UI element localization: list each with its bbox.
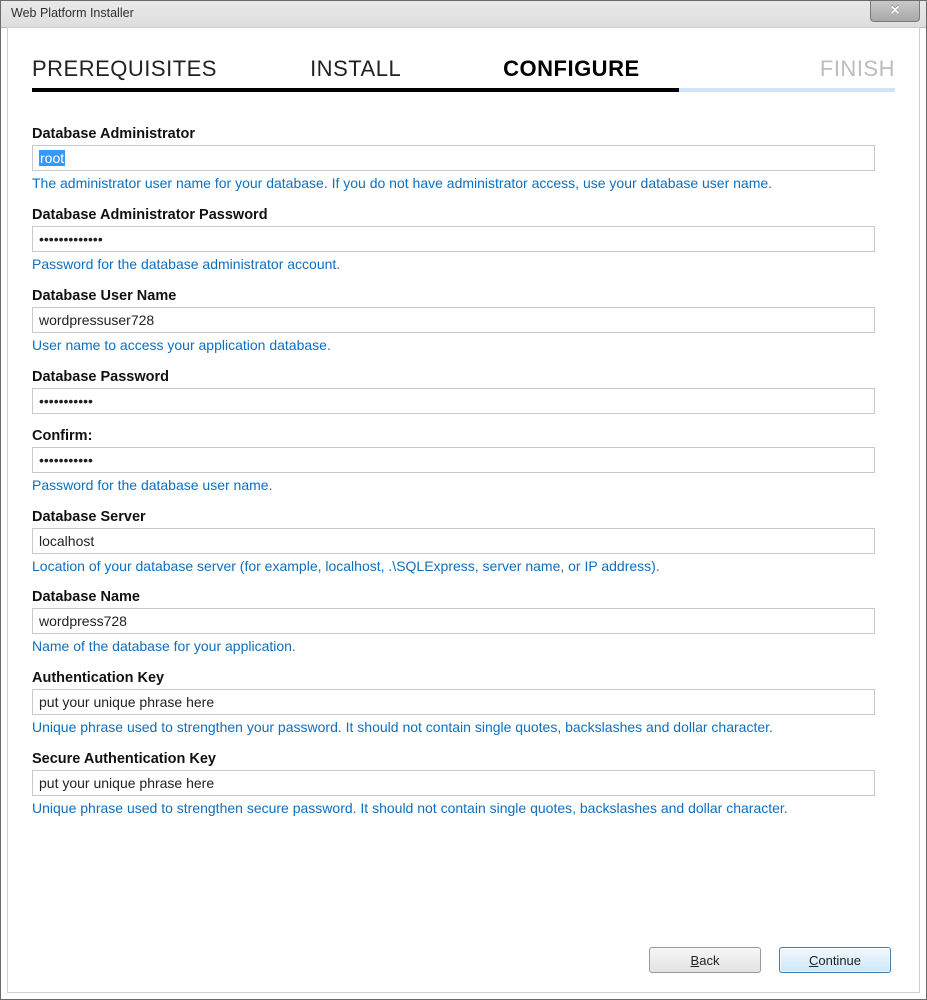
input-db-name[interactable] bbox=[32, 608, 875, 634]
step-configure: CONFIGURE bbox=[464, 56, 680, 88]
field-db-user: Database User Name User name to access y… bbox=[32, 288, 875, 355]
help-db-user: User name to access your application dat… bbox=[32, 336, 875, 355]
field-db-server: Database Server Location of your databas… bbox=[32, 509, 875, 576]
field-db-password-confirm: Confirm: Password for the database user … bbox=[32, 428, 875, 495]
footer-buttons: Back Continue bbox=[8, 928, 919, 992]
input-secure-auth-key[interactable] bbox=[32, 770, 875, 796]
help-db-password-confirm: Password for the database user name. bbox=[32, 476, 875, 495]
step-finish: FINISH bbox=[679, 56, 895, 88]
label-db-user: Database User Name bbox=[32, 288, 875, 304]
step-install: INSTALL bbox=[248, 56, 464, 88]
label-secure-auth-key: Secure Authentication Key bbox=[32, 751, 875, 767]
input-db-password[interactable] bbox=[32, 388, 875, 414]
content-panel: PREREQUISITES INSTALL CONFIGURE FINISH D… bbox=[7, 27, 920, 993]
close-icon: ✕ bbox=[890, 3, 900, 17]
field-auth-key: Authentication Key Unique phrase used to… bbox=[32, 670, 875, 737]
field-db-password: Database Password bbox=[32, 369, 875, 414]
field-secure-auth-key: Secure Authentication Key Unique phrase … bbox=[32, 751, 875, 818]
label-auth-key: Authentication Key bbox=[32, 670, 875, 686]
label-db-admin: Database Administrator bbox=[32, 126, 875, 142]
installer-window: Web Platform Installer ✕ PREREQUISITES I… bbox=[0, 0, 927, 1000]
input-auth-key[interactable] bbox=[32, 689, 875, 715]
label-db-server: Database Server bbox=[32, 509, 875, 525]
label-db-admin-password: Database Administrator Password bbox=[32, 207, 875, 223]
input-db-admin-password[interactable] bbox=[32, 226, 875, 252]
help-secure-auth-key: Unique phrase used to strengthen secure … bbox=[32, 799, 875, 818]
back-button[interactable]: Back bbox=[649, 947, 761, 973]
progress-segment bbox=[32, 88, 248, 92]
help-db-admin-password: Password for the database administrator … bbox=[32, 255, 875, 274]
input-db-server[interactable] bbox=[32, 528, 875, 554]
help-auth-key: Unique phrase used to strengthen your pa… bbox=[32, 718, 875, 737]
window-title: Web Platform Installer bbox=[1, 1, 926, 20]
step-prerequisites: PREREQUISITES bbox=[32, 56, 248, 88]
label-db-password: Database Password bbox=[32, 369, 875, 385]
help-db-server: Location of your database server (for ex… bbox=[32, 557, 875, 576]
input-db-admin[interactable]: root bbox=[32, 145, 875, 171]
help-db-name: Name of the database for your applicatio… bbox=[32, 637, 875, 656]
selected-text: root bbox=[39, 150, 65, 166]
label-db-name: Database Name bbox=[32, 589, 875, 605]
progress-segment bbox=[248, 88, 464, 92]
continue-button[interactable]: Continue bbox=[779, 947, 891, 973]
help-db-admin: The administrator user name for your dat… bbox=[32, 174, 875, 193]
field-db-admin: Database Administrator root The administ… bbox=[32, 126, 875, 193]
window-close-button[interactable]: ✕ bbox=[870, 1, 920, 22]
wizard-progress-bar bbox=[32, 88, 895, 92]
form-scroll-area[interactable]: Database Administrator root The administ… bbox=[32, 126, 883, 918]
field-db-admin-password: Database Administrator Password Password… bbox=[32, 207, 875, 274]
field-db-name: Database Name Name of the database for y… bbox=[32, 589, 875, 656]
titlebar: Web Platform Installer ✕ bbox=[1, 1, 926, 28]
progress-segment bbox=[679, 88, 895, 92]
input-db-password-confirm[interactable] bbox=[32, 447, 875, 473]
input-db-user[interactable] bbox=[32, 307, 875, 333]
progress-segment bbox=[464, 88, 680, 92]
label-db-password-confirm: Confirm: bbox=[32, 428, 875, 444]
wizard-steps: PREREQUISITES INSTALL CONFIGURE FINISH bbox=[8, 28, 919, 88]
